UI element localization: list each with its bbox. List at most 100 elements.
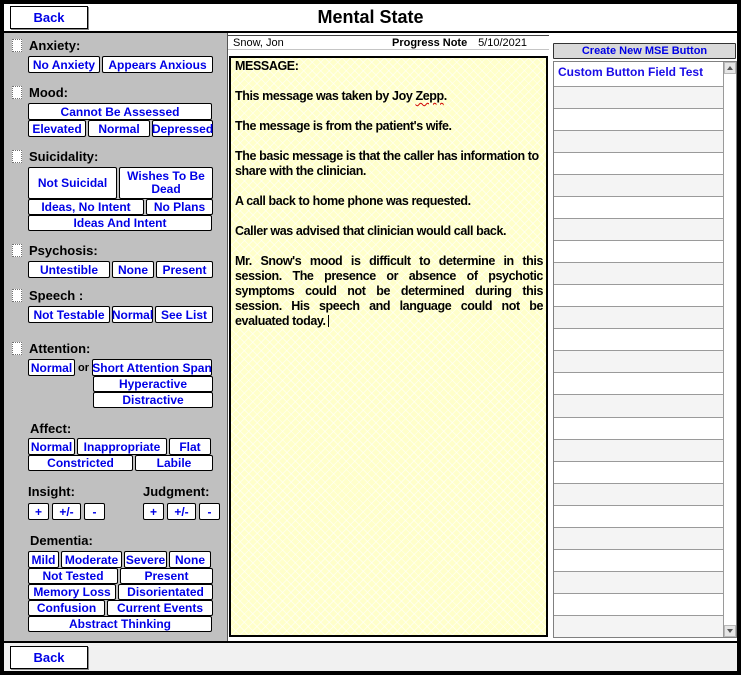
dementia-present-button[interactable]: Present xyxy=(120,568,213,584)
insight-judgment-section: Insight: + +/- - Judgment: + +/- - xyxy=(28,484,227,520)
list-row-empty[interactable] xyxy=(554,131,723,153)
mood-checkbox[interactable] xyxy=(12,86,22,99)
wishes-to-be-dead-button[interactable]: Wishes To Be Dead xyxy=(119,167,213,199)
list-row-empty[interactable] xyxy=(554,462,723,484)
scroll-up-button[interactable] xyxy=(724,62,736,74)
scroll-down-button[interactable] xyxy=(724,625,736,637)
psychosis-untestible-button[interactable]: Untestible xyxy=(28,261,110,278)
list-row-empty[interactable] xyxy=(554,263,723,285)
appears-anxious-button[interactable]: Appears Anxious xyxy=(102,56,213,73)
affect-label: Affect: xyxy=(30,421,71,436)
hyperactive-button[interactable]: Hyperactive xyxy=(93,376,213,392)
list-row-empty[interactable] xyxy=(554,109,723,131)
judgment-plus-button[interactable]: + xyxy=(143,503,164,520)
message-paragraph-2: The message is from the patient's wife. xyxy=(235,119,543,134)
list-row-empty[interactable] xyxy=(554,87,723,109)
list-row-empty[interactable] xyxy=(554,329,723,351)
dementia-none-button[interactable]: None xyxy=(169,551,211,568)
suicidality-label: Suicidality: xyxy=(29,149,98,164)
psychosis-checkbox[interactable] xyxy=(12,244,22,257)
list-row-empty[interactable] xyxy=(554,395,723,417)
list-row-empty[interactable] xyxy=(554,528,723,550)
list-row-empty[interactable] xyxy=(554,506,723,528)
cannot-be-assessed-button[interactable]: Cannot Be Assessed xyxy=(28,103,212,120)
insight-plus-minus-button[interactable]: +/- xyxy=(52,503,81,520)
confusion-button[interactable]: Confusion xyxy=(28,600,105,616)
list-row-empty[interactable] xyxy=(554,153,723,175)
ideas-no-intent-button[interactable]: Ideas, No Intent xyxy=(28,199,144,215)
speech-not-testable-button[interactable]: Not Testable xyxy=(28,306,110,323)
speech-section: Speech : Not Testable Normal See List xyxy=(4,288,227,323)
list-row-empty[interactable] xyxy=(554,572,723,594)
list-row-empty[interactable] xyxy=(554,440,723,462)
attention-normal-button[interactable]: Normal xyxy=(28,359,75,376)
list-row-empty[interactable] xyxy=(554,550,723,572)
patient-bar: Snow, Jon Progress Note 5/10/2021 xyxy=(228,35,549,50)
create-new-mse-button[interactable]: Create New MSE Button xyxy=(553,43,736,59)
list-row-empty[interactable] xyxy=(554,307,723,329)
affect-section: Affect: Normal Inappropriate Flat Constr… xyxy=(4,421,227,471)
note-date: 5/10/2021 xyxy=(478,37,527,49)
misspelled-word: Zepp xyxy=(415,89,443,103)
ideas-and-intent-button[interactable]: Ideas And Intent xyxy=(28,215,212,231)
list-row-empty[interactable] xyxy=(554,594,723,616)
affect-normal-button[interactable]: Normal xyxy=(28,438,75,455)
list-scrollbar[interactable] xyxy=(723,62,736,637)
speech-see-list-button[interactable]: See List xyxy=(155,306,213,323)
psychosis-present-button[interactable]: Present xyxy=(156,261,213,278)
list-row-empty[interactable] xyxy=(554,373,723,395)
dementia-not-tested-button[interactable]: Not Tested xyxy=(28,568,118,584)
speech-normal-button[interactable]: Normal xyxy=(112,306,153,323)
abstract-thinking-button[interactable]: Abstract Thinking xyxy=(28,616,212,632)
anxiety-label: Anxiety: xyxy=(29,38,80,53)
dementia-moderate-button[interactable]: Moderate xyxy=(61,551,122,568)
custom-button-item[interactable]: Custom Button Field Test xyxy=(554,62,723,87)
list-row-empty[interactable] xyxy=(554,175,723,197)
memory-loss-button[interactable]: Memory Loss xyxy=(28,584,116,600)
suicidality-checkbox[interactable] xyxy=(12,150,22,163)
list-row-empty[interactable] xyxy=(554,351,723,373)
list-row-empty[interactable] xyxy=(554,418,723,440)
insight-minus-button[interactable]: - xyxy=(84,503,105,520)
distractive-button[interactable]: Distractive xyxy=(93,392,213,408)
judgment-minus-button[interactable]: - xyxy=(199,503,220,520)
list-row-empty[interactable] xyxy=(554,219,723,241)
dementia-severe-button[interactable]: Severe xyxy=(124,551,167,568)
labile-button[interactable]: Labile xyxy=(135,455,213,471)
judgment-plus-minus-button[interactable]: +/- xyxy=(167,503,196,520)
short-attention-span-button[interactable]: Short Attention Span xyxy=(92,359,212,376)
top-bar: Back Mental State xyxy=(4,4,737,33)
no-anxiety-button[interactable]: No Anxiety xyxy=(28,56,100,73)
mood-normal-button[interactable]: Normal xyxy=(88,120,150,137)
mental-state-window: Back Mental State Anxiety: No Anxiety Ap… xyxy=(0,0,741,675)
insight-plus-button[interactable]: + xyxy=(28,503,49,520)
speech-checkbox[interactable] xyxy=(12,289,22,302)
psychosis-label: Psychosis: xyxy=(29,243,98,258)
not-suicidal-button[interactable]: Not Suicidal xyxy=(28,167,117,199)
current-events-button[interactable]: Current Events xyxy=(107,600,213,616)
affect-flat-button[interactable]: Flat xyxy=(169,438,211,455)
constricted-button[interactable]: Constricted xyxy=(28,455,133,471)
back-button-bottom[interactable]: Back xyxy=(10,646,88,669)
list-row-empty[interactable] xyxy=(554,484,723,506)
mood-elevated-button[interactable]: Elevated xyxy=(28,120,86,137)
page-title: Mental State xyxy=(4,7,737,28)
disorientated-button[interactable]: Disorientated xyxy=(118,584,213,600)
list-row-empty[interactable] xyxy=(554,616,723,637)
anxiety-checkbox[interactable] xyxy=(12,39,22,52)
attention-checkbox[interactable] xyxy=(12,342,22,355)
attention-label: Attention: xyxy=(29,341,90,356)
dementia-label: Dementia: xyxy=(30,533,93,548)
psychosis-none-button[interactable]: None xyxy=(112,261,154,278)
attention-or-label: or xyxy=(77,359,90,376)
no-plans-button[interactable]: No Plans xyxy=(146,199,213,215)
affect-inappropriate-button[interactable]: Inappropriate xyxy=(77,438,167,455)
insight-label: Insight: xyxy=(28,484,105,499)
message-text-area[interactable]: MESSAGE: This message was taken by Joy Z… xyxy=(229,56,548,637)
dementia-mild-button[interactable]: Mild xyxy=(28,551,59,568)
mood-depressed-button[interactable]: Depressed xyxy=(152,120,213,137)
list-row-empty[interactable] xyxy=(554,285,723,307)
message-paragraph-5: Caller was advised that clinician would … xyxy=(235,224,543,239)
list-row-empty[interactable] xyxy=(554,197,723,219)
list-row-empty[interactable] xyxy=(554,241,723,263)
